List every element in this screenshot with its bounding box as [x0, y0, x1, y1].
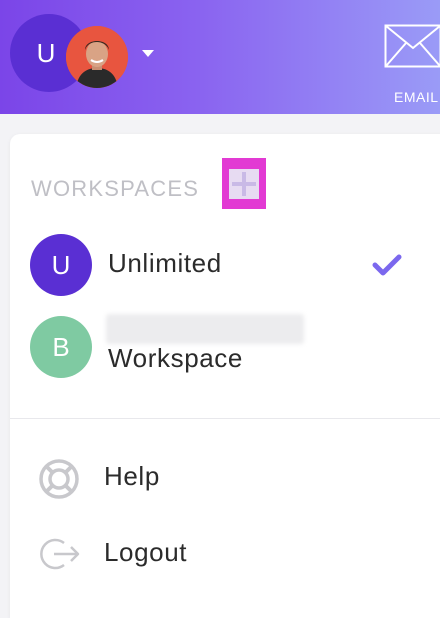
workspace-name-unlimited[interactable]: Unlimited: [108, 248, 222, 279]
email-label[interactable]: EMAIL: [394, 89, 439, 105]
workspaces-heading: WORKSPACES: [31, 176, 200, 201]
logout-menu-item[interactable]: Logout: [104, 537, 187, 568]
help-menu-item[interactable]: Help: [104, 461, 160, 492]
top-header: U EMAIL: [0, 0, 440, 114]
logout-icon[interactable]: [38, 536, 82, 577]
plus-icon: [229, 168, 259, 199]
checkmark-icon: [372, 254, 402, 281]
profile-photo-avatar[interactable]: [66, 26, 128, 88]
person-icon: [66, 26, 128, 88]
account-dropdown-caret-icon[interactable]: [142, 50, 154, 57]
workspace-avatar-b[interactable]: B: [30, 316, 92, 378]
workspace-avatar-unlimited[interactable]: U: [30, 234, 92, 296]
help-lifebuoy-icon[interactable]: [38, 458, 80, 505]
workspace-initial: B: [52, 331, 70, 362]
workspace-dropdown-panel: WORKSPACES U Unlimited B Workspace Help …: [10, 134, 440, 618]
divider: [10, 418, 440, 419]
workspace-name-b[interactable]: Workspace: [108, 343, 243, 374]
workspace-initial: U: [51, 249, 71, 280]
redacted-workspace-owner: [106, 314, 304, 344]
email-icon[interactable]: [384, 24, 440, 73]
user-initial: U: [36, 37, 56, 68]
add-workspace-button[interactable]: [222, 158, 266, 209]
